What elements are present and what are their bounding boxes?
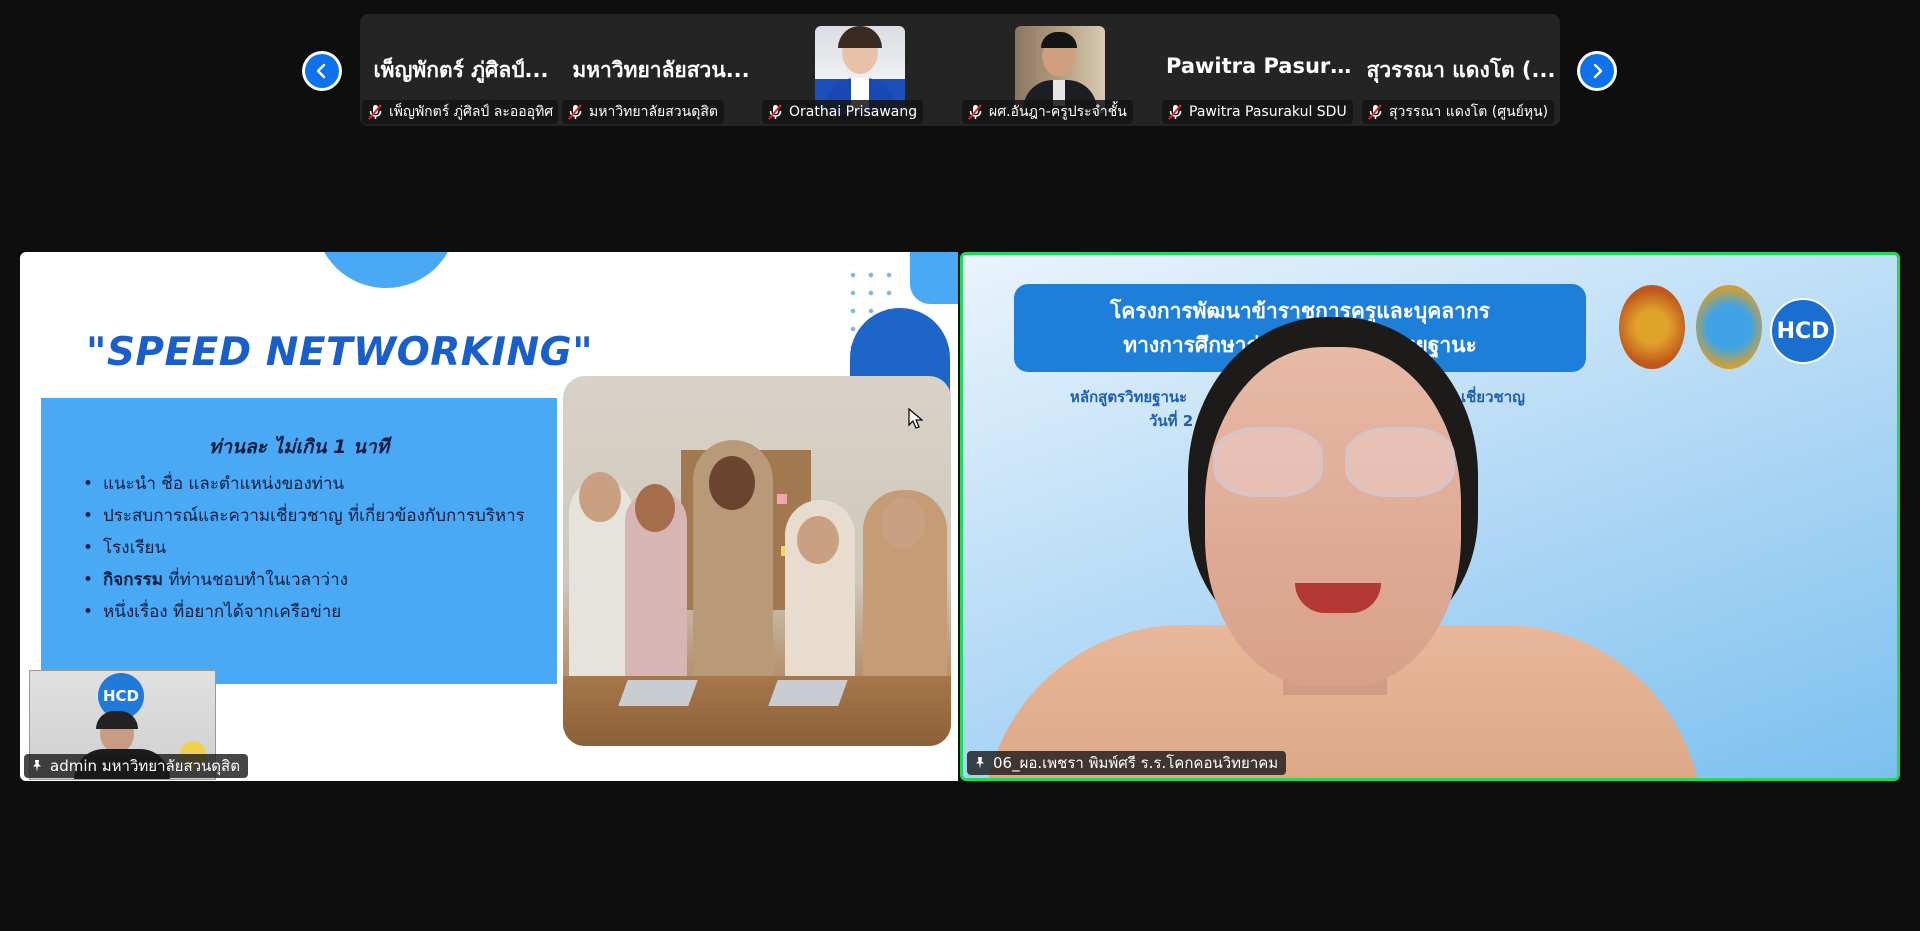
- video-name-tag: admin มหาวิทยาลัยสวนดุสิต: [24, 754, 248, 778]
- participant-label-text: มหาวิทยาลัยสวนดุสิต: [589, 104, 718, 120]
- participant-tile[interactable]: Pawitra Pasurak... Pawitra Pasurakul SDU: [1160, 14, 1360, 126]
- slide-bullet: แนะนำ ชื่อ และตำแหน่งของท่าน: [83, 468, 525, 500]
- participant-label: Orathai Prisawang: [762, 100, 924, 124]
- participant-label-text: Orathai Prisawang: [789, 104, 918, 120]
- slide-content-box: ท่านละ ไม่เกิน 1 นาที แนะนำ ชื่อ และตำแห…: [41, 398, 557, 684]
- slide-decoration: [316, 252, 456, 288]
- video-name-text: admin มหาวิทยาลัยสวนดุสิต: [50, 757, 240, 775]
- participant-big-name: Pawitra Pasurak...: [1166, 54, 1356, 78]
- participant-label-text: เพ็ญพักตร์ ภู่ศิลป์ ละอออุทิศ: [389, 104, 554, 120]
- background-subtitle: เชี่ยวชาญ: [1461, 388, 1525, 406]
- chevron-left-icon: [316, 63, 326, 79]
- next-page-button[interactable]: [1577, 51, 1617, 91]
- video-name-tag: 06_ผอ.เพชรา พิมพ์ศรี ร.ร.โคกคอนวิทยาคม: [967, 751, 1287, 775]
- slide-box-heading: ท่านละ ไม่เกิน 1 นาที: [208, 436, 390, 458]
- background-subtitle: วันที่ 2: [1149, 412, 1194, 430]
- previous-page-button[interactable]: [302, 51, 342, 91]
- mic-muted-icon: [1168, 104, 1182, 120]
- mouse-cursor-icon: [908, 408, 924, 429]
- slide-photo-team-celebrating: [563, 376, 951, 746]
- mic-muted-icon: [368, 104, 382, 120]
- participant-tile[interactable]: มหาวิทยาลัยสวน... มหาวิทยาลัยสวนดุสิต: [560, 14, 760, 126]
- ministry-seal-logo: [1619, 285, 1685, 369]
- slide-decoration: [910, 252, 958, 304]
- video-name-text: 06_ผอ.เพชรา พิมพ์ศรี ร.ร.โคกคอนวิทยาคม: [993, 754, 1279, 772]
- slide-bullet: หนึ่งเรื่อง ที่อยากได้จากเครือข่าย: [83, 596, 525, 628]
- hcd-logo: HCD: [1770, 298, 1836, 364]
- mic-muted-icon: [1368, 104, 1382, 120]
- shared-screen-video[interactable]: "SPEED NETWORKING" ท่านละ ไม่เกิน 1 นาที…: [20, 252, 958, 781]
- participant-tile[interactable]: ผศ.อันฎา-ครูประจำชั้น: [960, 14, 1160, 126]
- mic-muted-icon: [568, 104, 582, 120]
- mic-muted-icon: [968, 104, 982, 120]
- participant-big-name: มหาวิทยาลัยสวน...: [572, 58, 750, 82]
- participant-label: มหาวิทยาลัยสวนดุสิต: [562, 100, 724, 124]
- slide-bullet-bold: กิจกรรม: [103, 570, 164, 590]
- participant-tile[interactable]: เพ็ญพักตร์ ภู่ศิลป์... เพ็ญพักตร์ ภู่ศิล…: [360, 14, 560, 126]
- speaker-glasses: [1345, 427, 1455, 497]
- speaker-face: [1205, 347, 1461, 687]
- chevron-right-icon: [1593, 63, 1603, 79]
- participant-label: สุวรรณา แดงโต (ศูนย์หุน): [1362, 100, 1555, 124]
- speaker-glasses: [1213, 427, 1323, 497]
- background-subtitle: หลักสูตรวิทยฐานะ: [1070, 388, 1188, 406]
- photo-desk: [563, 676, 951, 746]
- slide-bullet-text: ที่ท่านชอบทำในเวลาว่าง: [168, 570, 348, 590]
- slide-bullet-text: โรงเรียน: [103, 538, 167, 558]
- participant-label: ผศ.อันฎา-ครูประจำชั้น: [962, 100, 1133, 124]
- participant-label: Pawitra Pasurakul SDU: [1162, 100, 1353, 124]
- participant-tile[interactable]: สุวรรณา แดงโต (... สุวรรณา แดงโต (ศูนย์ห…: [1360, 14, 1560, 126]
- participant-label-text: Pawitra Pasurakul SDU: [1189, 104, 1347, 120]
- participant-strip: เพ็ญพักตร์ ภู่ศิลป์... เพ็ญพักตร์ ภู่ศิล…: [360, 14, 1560, 126]
- slide-bullet: ประสบการณ์และความเชี่ยวชาญ ที่เกี่ยวข้อง…: [83, 500, 525, 532]
- participant-big-name: สุวรรณา แดงโต (...: [1366, 58, 1556, 82]
- slide-bullet-list: แนะนำ ชื่อ และตำแหน่งของท่าน ประสบการณ์แ…: [83, 468, 525, 628]
- slide-bullet: กิจกรรม ที่ท่านชอบทำในเวลาว่าง: [83, 564, 525, 596]
- participant-label-text: ผศ.อันฎา-ครูประจำชั้น: [989, 104, 1127, 120]
- participant-big-name: เพ็ญพักตร์ ภู่ศิลป์...: [373, 58, 549, 82]
- slide-title: "SPEED NETWORKING": [86, 330, 594, 375]
- active-speaker-video[interactable]: โครงการพัฒนาข้าราชการครูและบุคลากร ทางกา…: [960, 252, 1900, 781]
- participant-label: เพ็ญพักตร์ ภู่ศิลป์ ละอออุทิศ: [362, 100, 558, 124]
- pin-icon: [976, 757, 984, 769]
- university-seal-logo: [1696, 285, 1762, 369]
- participant-tile[interactable]: Orathai Prisawang: [760, 14, 960, 126]
- pin-icon: [33, 760, 41, 772]
- slide-bullet-continuation: โรงเรียน: [83, 532, 525, 564]
- participant-label-text: สุวรรณา แดงโต (ศูนย์หุน): [1389, 104, 1549, 120]
- mic-muted-icon: [768, 104, 782, 120]
